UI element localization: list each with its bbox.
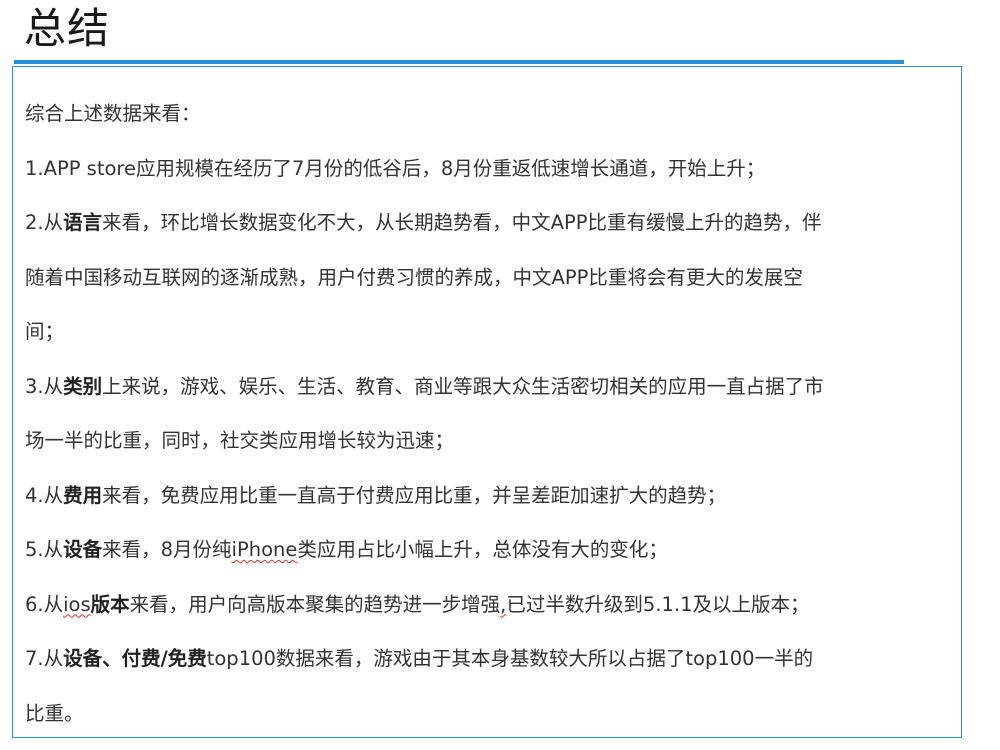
item-5-prefix: 5.从 <box>25 538 64 561</box>
item-5-middle: 来看，8月份纯 <box>102 538 232 561</box>
item-5-text: 类应用占比小幅上升，总体没有大的变化； <box>297 538 668 561</box>
item-3-text: 上来说，游戏、娱乐、生活、教育、商业等跟大众生活密切相关的应用一直占据了市 <box>102 374 824 398</box>
page-title: 总结 <box>24 4 111 53</box>
summary-item-2-line-1: 2.从语言来看，环比增长数据变化不大，从长期趋势看，中文APP比重有缓慢上升的趋… <box>25 196 943 251</box>
item-5-keyword: 设备 <box>63 538 103 561</box>
title-underline <box>14 60 904 64</box>
summary-item-3-line-1: 3.从类别上来说，游戏、娱乐、生活、教育、商业等跟大众生活密切相关的应用一直占据… <box>25 360 943 415</box>
summary-item-2-line-3: 间； <box>25 320 65 343</box>
item-3-keyword: 类别 <box>63 374 103 398</box>
item-6-ios: ios <box>63 592 91 616</box>
item-6-middle: 来看，用户向高版本聚集的趋势进一步增强 <box>129 592 501 616</box>
summary-item-3-line-2: 场一半的比重，同时，社交类应用增长较为迅速； <box>25 429 455 452</box>
item-5-device: iPhone <box>231 538 298 561</box>
item-6-keyword: 版本 <box>90 592 130 616</box>
item-2-text: 来看，环比增长数据变化不大，从长期趋势看，中文APP比重有缓慢上升的趋势，伴 <box>102 211 822 234</box>
summary-item-6: 6.从ios版本来看，用户向高版本聚集的趋势进一步增强,已过半数升级到5.1.1… <box>25 578 943 633</box>
item-2-keyword: 语言 <box>63 211 103 234</box>
item-6-prefix: 6.从 <box>25 592 64 616</box>
item-7-keyword: 设备、付费/免费 <box>63 647 207 670</box>
item-2-prefix: 2.从 <box>25 211 64 234</box>
summary-box: 综合上述数据来看： 1.APP store应用规模在经历了7月份的低谷后，8月份… <box>12 66 962 738</box>
summary-item-7-line-2: 比重。 <box>25 701 84 725</box>
summary-item-1: 1.APP store应用规模在经历了7月份的低谷后，8月份重返低速增长通道，开… <box>25 156 766 180</box>
summary-item-2-line-2: 随着中国移动互联网的逐渐成熟，用户付费习惯的养成，中文APP比重将会有更大的发展… <box>25 265 803 289</box>
item-4-prefix: 4.从 <box>25 483 64 507</box>
item-4-text: 来看，免费应用比重一直高于付费应用比重，并呈差距加速扩大的趋势； <box>102 483 727 507</box>
summary-intro: 综合上述数据来看： <box>25 102 201 125</box>
summary-item-4: 4.从费用来看，免费应用比重一直高于付费应用比重，并呈差距加速扩大的趋势； <box>25 469 943 524</box>
item-7-prefix: 7.从 <box>25 647 64 670</box>
item-3-prefix: 3.从 <box>25 374 64 398</box>
item-6-text: 已过半数升级到5.1.1及以上版本； <box>506 592 810 616</box>
item-7-text: top100数据来看，游戏由于其本身基数较大所以占据了top100一半的 <box>206 647 814 670</box>
item-4-keyword: 费用 <box>63 483 103 507</box>
summary-item-5: 5.从设备来看，8月份纯iPhone类应用占比小幅上升，总体没有大的变化； <box>25 523 943 578</box>
summary-item-7-line-1: 7.从设备、付费/免费top100数据来看，游戏由于其本身基数较大所以占据了to… <box>25 632 943 687</box>
